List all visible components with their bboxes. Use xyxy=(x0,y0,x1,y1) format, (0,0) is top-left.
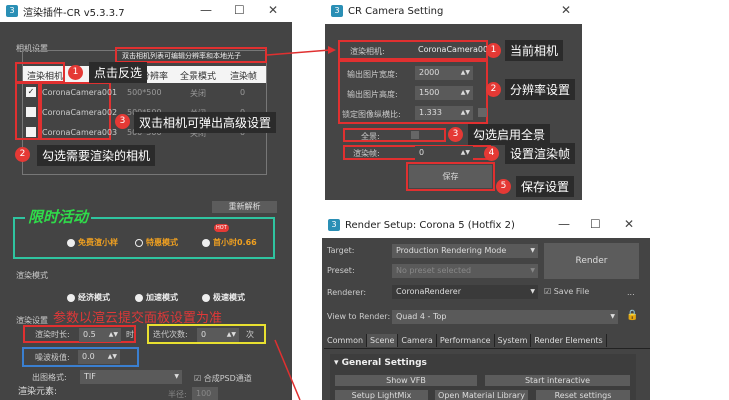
maximize-button[interactable]: ☐ xyxy=(590,217,601,231)
tab-system[interactable]: System xyxy=(495,334,532,347)
rollout-title[interactable]: ▾ General Settings xyxy=(334,358,427,368)
chevron-down-icon: ▼ xyxy=(530,288,535,295)
renderer-select[interactable]: CoronaRenderer ▼ xyxy=(392,285,538,299)
view-label: View to Render: xyxy=(327,312,391,321)
renderer-label: Renderer: xyxy=(327,288,367,297)
start-interactive-button[interactable]: Start interactive xyxy=(485,375,630,386)
render-setup-title: Render Setup: Corona 5 (Hotfix 2) xyxy=(345,219,515,231)
save-file-checkbox[interactable]: ☑ Save File xyxy=(544,287,589,296)
arrow-line-1 xyxy=(266,49,331,56)
tab-camera[interactable]: Camera xyxy=(398,334,437,347)
tab-performance[interactable]: Performance xyxy=(437,334,495,347)
arrow-head-icon xyxy=(328,46,336,54)
arrow-line-2 xyxy=(274,339,301,400)
show-vfb-button[interactable]: Show VFB xyxy=(335,375,477,386)
render-setup-titlebar: 3 Render Setup: Corona 5 (Hotfix 2) — ☐ … xyxy=(322,214,650,236)
render-button[interactable]: Render xyxy=(544,243,639,279)
more-button[interactable]: ... xyxy=(627,288,635,297)
view-select[interactable]: Quad 4 - Top ▼ xyxy=(392,310,618,324)
preset-label: Preset: xyxy=(327,266,355,275)
minimize-button[interactable]: — xyxy=(558,217,570,231)
app-icon: 3 xyxy=(328,219,340,231)
tab-scene[interactable]: Scene xyxy=(367,334,399,347)
chevron-down-icon: ▼ xyxy=(530,267,535,274)
preset-select[interactable]: No preset selected ▼ xyxy=(392,264,538,278)
target-label: Target: xyxy=(327,246,355,255)
setup-lightmix-button[interactable]: Setup LightMix xyxy=(335,390,428,400)
chevron-down-icon: ▼ xyxy=(610,313,615,320)
chevron-down-icon: ▼ xyxy=(530,247,535,254)
tab-common[interactable]: Common xyxy=(324,334,368,347)
tab-render-elements[interactable]: Render Elements xyxy=(531,334,607,347)
target-select[interactable]: Production Rendering Mode ▼ xyxy=(392,244,538,258)
lock-icon[interactable]: 🔒 xyxy=(626,310,638,321)
reset-settings-button[interactable]: Reset settings xyxy=(536,390,630,400)
open-material-library-button[interactable]: Open Material Library xyxy=(435,390,528,400)
close-button[interactable]: ✕ xyxy=(624,217,634,231)
general-settings-rollout: ▾ General Settings Show VFB Start intera… xyxy=(330,354,636,400)
tab-bar: Common Scene Camera Performance System Render… xyxy=(324,334,650,349)
render-setup-window: 3 Render Setup: Corona 5 (Hotfix 2) — ☐ … xyxy=(322,214,650,400)
